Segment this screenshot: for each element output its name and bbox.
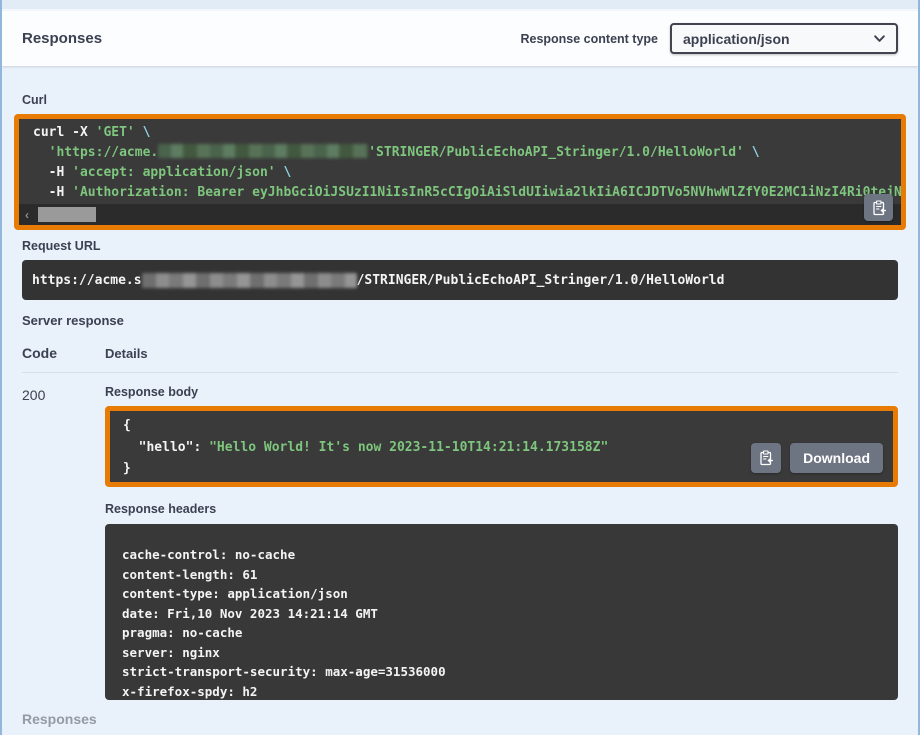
curl-url-suffix: 'STRINGER/PublicEchoAPI_Stringer/1.0/Hel… [368, 145, 744, 160]
curl-auth-header: 'Authorization: Bearer eyJhbGciOiJSUzI1N… [72, 185, 901, 200]
curl-command-text: curl -X 'GET' \ 'https://acme. 'STRINGER/… [19, 119, 901, 203]
clipboard-copy-icon [871, 200, 887, 216]
details-column-header: Details [105, 346, 148, 361]
copy-response-button[interactable] [751, 443, 781, 473]
redacted-hostname [158, 144, 368, 158]
json-close-brace: } [123, 461, 131, 476]
response-body-block: { "hello": "Hello World! It's now 2023-1… [105, 406, 898, 487]
header-line: date: Fri,10 Nov 2023 14:21:14 GMT [122, 606, 378, 621]
header-line: server: nginx [122, 645, 220, 660]
download-button[interactable]: Download [790, 443, 883, 473]
curl-url-prefix: 'https://acme. [49, 145, 159, 160]
header-line: content-length: 61 [122, 567, 257, 582]
json-value: "Hello World! It's now 2023-11-10T14:21:… [209, 440, 608, 455]
curl-command-block: curl -X 'GET' \ 'https://acme. 'STRINGER/… [14, 114, 906, 230]
curl-accept-header: 'accept: application/json' [72, 165, 276, 180]
responses-section-header: Responses Response content type applicat… [2, 11, 918, 66]
scrollbar-thumb[interactable] [38, 207, 96, 222]
table-divider [22, 372, 898, 373]
code-column-header: Code [22, 345, 105, 361]
header-line: content-type: application/json [122, 586, 348, 601]
content-type-control: Response content type application/json [520, 23, 898, 54]
json-open-brace: { [123, 418, 131, 433]
header-line: x-firefox-spdy: h2 [122, 684, 257, 699]
header-line: cache-control: no-cache [122, 547, 295, 562]
response-table-header: Code Details [22, 345, 898, 361]
curl-continuation-3: \ [276, 165, 292, 180]
next-responses-section-header[interactable]: Responses [22, 711, 898, 727]
request-url-prefix: https://acme.s [32, 273, 142, 288]
content-type-value: application/json [683, 31, 790, 47]
clipboard-copy-icon [758, 450, 774, 466]
request-url-label: Request URL [22, 239, 898, 253]
request-url-suffix: /STRINGER/PublicEchoAPI_Stringer/1.0/Hel… [357, 273, 725, 288]
response-row-200: 200 Response body { "hello": "Hello Worl… [22, 385, 898, 700]
response-body-label: Response body [105, 385, 898, 399]
content-type-select[interactable]: application/json [670, 23, 898, 54]
curl-cmd: curl -X [33, 125, 96, 140]
json-indent [123, 440, 139, 455]
page-title: Responses [22, 30, 102, 47]
header-line: strict-transport-security: max-age=31536… [122, 664, 446, 679]
responses-panel: Responses Response content type applicat… [0, 0, 920, 735]
curl-url-indent [33, 145, 49, 160]
response-headers-block: cache-control: no-cache content-length: … [105, 524, 898, 700]
scroll-left-icon[interactable]: ‹ [19, 208, 35, 222]
redacted-hostname [142, 273, 357, 288]
curl-label: Curl [22, 93, 898, 107]
copy-curl-button[interactable] [864, 194, 893, 221]
header-line: pragma: no-cache [122, 625, 242, 640]
server-response-label: Server response [22, 313, 898, 328]
response-headers-label: Response headers [105, 502, 898, 516]
chevron-down-icon [873, 32, 886, 45]
curl-h-flag-1: -H [33, 165, 72, 180]
content-type-label: Response content type [520, 32, 658, 46]
json-key: "hello": [139, 440, 209, 455]
curl-method: 'GET' [96, 125, 135, 140]
panel-top-strip [2, 0, 918, 11]
curl-horizontal-scrollbar[interactable]: ‹ › [19, 204, 901, 225]
curl-continuation-1: \ [135, 125, 151, 140]
status-code: 200 [22, 385, 105, 700]
request-url-value: https://acme.s/STRINGER/PublicEchoAPI_St… [22, 260, 898, 300]
curl-h-flag-2: -H [33, 185, 72, 200]
curl-continuation-2: \ [744, 145, 760, 160]
